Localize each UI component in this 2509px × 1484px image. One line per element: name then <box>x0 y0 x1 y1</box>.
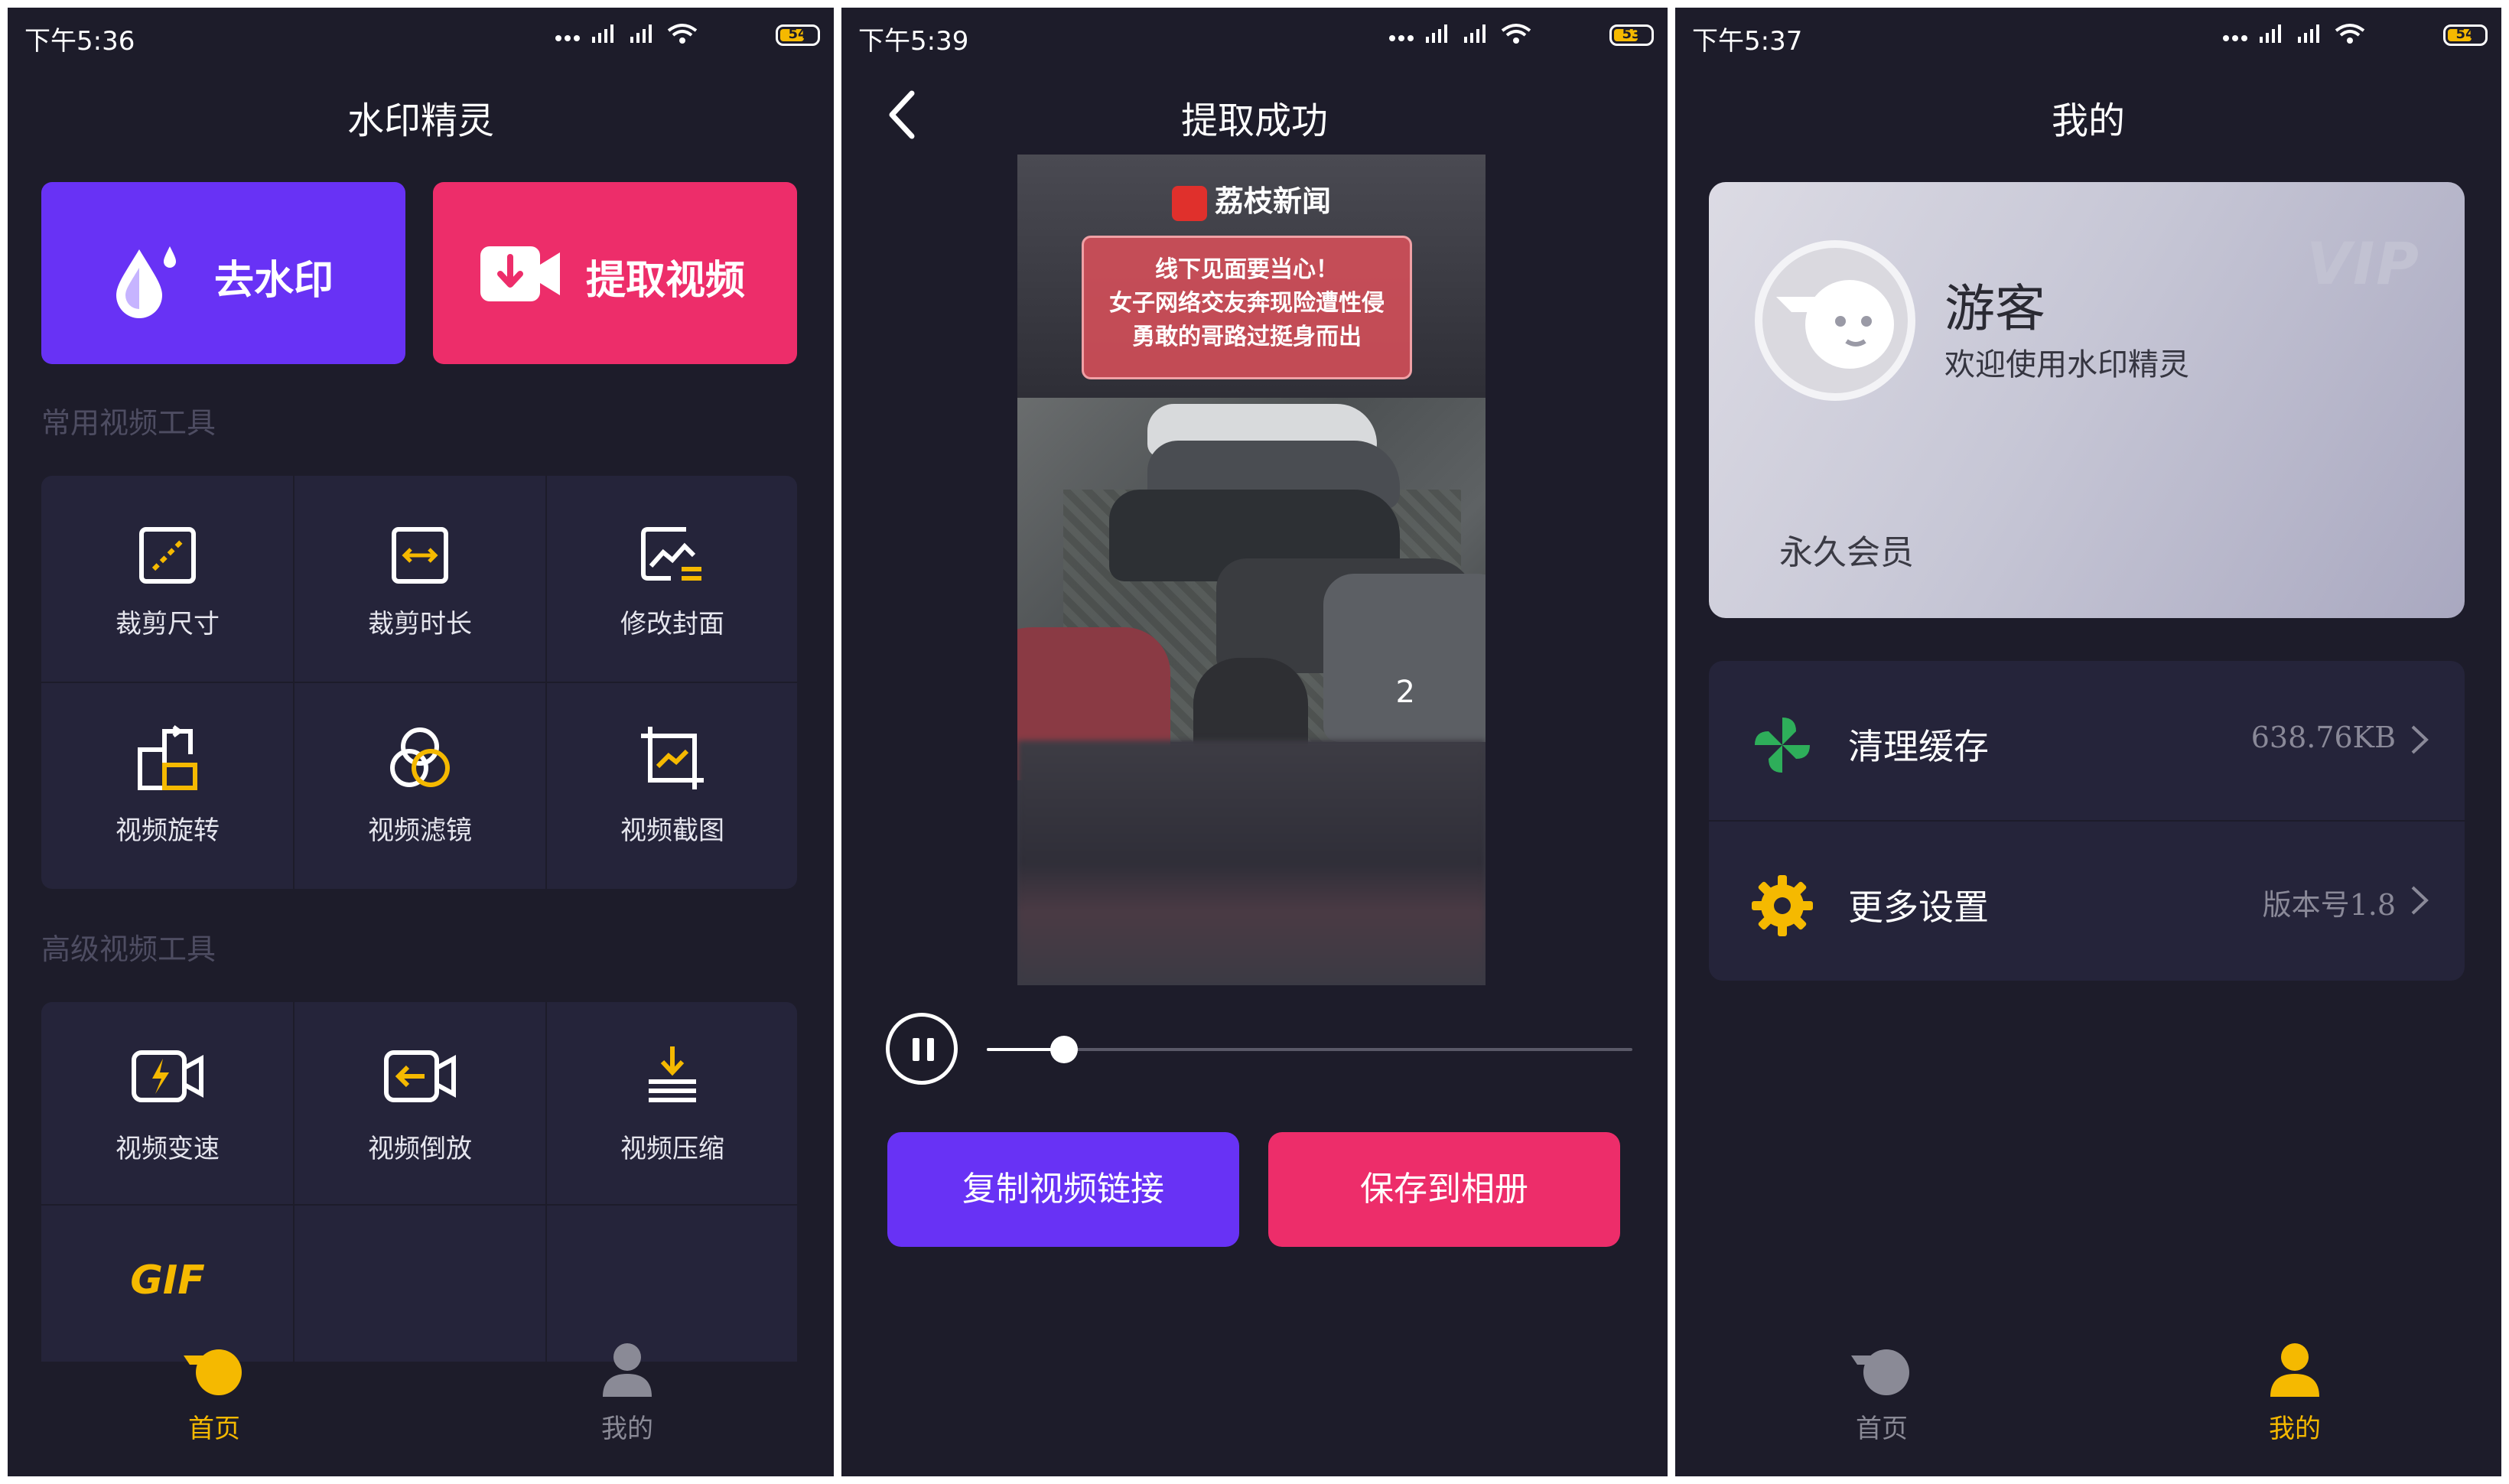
water-drop-icon <box>116 246 176 318</box>
rotate-icon <box>138 725 197 790</box>
page-title: 水印精灵 <box>347 99 494 142</box>
battery-icon: 53 <box>1609 24 1654 46</box>
news-brand: 荔枝新闻 <box>1017 177 1486 221</box>
tab-mine[interactable]: 我的 <box>421 1343 834 1476</box>
status-time: 下午5:37 <box>1692 26 1803 57</box>
mascot-icon <box>1776 280 1894 369</box>
chevron-right-icon <box>2411 725 2429 754</box>
crop-size-icon <box>139 527 196 584</box>
cache-size: 638.76KB <box>2250 721 2396 754</box>
speed-icon <box>132 1050 203 1102</box>
remove-watermark-label: 去水印 <box>214 258 334 304</box>
filter-icon <box>390 727 450 787</box>
tool-filter[interactable]: 视频滤镜 <box>294 682 546 889</box>
screenshot-icon <box>641 727 704 789</box>
chevron-right-icon <box>2411 886 2429 915</box>
status-bar: 下午5:39 53 <box>841 8 1668 69</box>
reverse-icon <box>384 1050 456 1102</box>
video-scene <box>1017 398 1486 780</box>
mine-screen: 下午5:37 54 我的 游客 欢迎使用水印精灵 VIP 永久会员 清理缓存 6… <box>1675 8 2501 1476</box>
trim-duration-icon <box>392 527 448 584</box>
user-icon <box>603 1343 652 1397</box>
video-blurred-area <box>1017 740 1486 985</box>
status-bar: 下午5:37 54 <box>1675 8 2501 69</box>
signal-wifi-icons <box>2223 24 2365 44</box>
pinwheel-icon <box>1755 718 1810 773</box>
more-settings-row[interactable]: 更多设置 版本号1.8 <box>1709 822 2465 981</box>
save-album-button[interactable]: 保存到相册 <box>1268 1132 1620 1247</box>
advanced-tools-grid: 视频变速 视频倒放 视频压缩 GIF <box>41 1002 797 1362</box>
tool-edit-cover[interactable]: 修改封面 <box>546 476 797 682</box>
user-name: 游客 <box>1944 279 2045 338</box>
signal-wifi-icons <box>1389 24 1531 44</box>
home-tab-icon <box>184 1349 242 1395</box>
signal-wifi-icons <box>555 24 698 44</box>
settings-list: 清理缓存 638.76KB 更多设置 版本号1.8 <box>1709 661 2465 981</box>
section-advanced-tools: 高级视频工具 <box>41 932 216 966</box>
battery-icon: 54 <box>2443 24 2488 46</box>
extract-video-button[interactable]: 提取视频 <box>433 182 797 364</box>
status-bar: 下午5:36 54 <box>8 8 834 69</box>
tab-home[interactable]: 首页 <box>8 1349 421 1476</box>
news-logo-icon <box>1171 185 1207 221</box>
section-common-tools: 常用视频工具 <box>41 406 216 440</box>
copy-link-button[interactable]: 复制视频链接 <box>887 1132 1239 1247</box>
video-header-frame: 荔枝新闻 线下见面要当心！ 女子网络交友奔现险遭性侵 勇敢的哥路过挺身而出 <box>1017 155 1486 398</box>
extract-video-label: 提取视频 <box>586 258 746 304</box>
tool-compress[interactable]: 视频压缩 <box>546 1002 797 1204</box>
extract-success-screen: 下午5:39 53 提取成功 荔枝新闻 线下见面要当心！ 女子网络交友奔现险遭性… <box>841 8 1668 1476</box>
clear-cache-label: 清理缓存 <box>1848 726 1989 767</box>
tool-rotate[interactable]: 视频旋转 <box>41 682 294 889</box>
membership-status: 永久会员 <box>1779 533 1914 572</box>
tab-home[interactable]: 首页 <box>1675 1349 2088 1476</box>
video-download-icon <box>480 246 560 301</box>
tab-mine[interactable]: 我的 <box>2088 1343 2501 1476</box>
tool-gif[interactable]: GIF <box>41 1258 294 1303</box>
common-tools-grid: 裁剪尺寸 裁剪时长 修改封面 视频旋转 视频滤镜 视频截图 <box>41 476 797 889</box>
video-player[interactable]: 荔枝新闻 线下见面要当心！ 女子网络交友奔现险遭性侵 勇敢的哥路过挺身而出 2 <box>1017 155 1486 985</box>
status-time: 下午5:36 <box>24 26 135 57</box>
progress-knob[interactable] <box>1050 1036 1079 1063</box>
more-settings-label: 更多设置 <box>1848 887 1989 928</box>
video-counter: 2 <box>1395 675 1415 710</box>
avatar[interactable] <box>1755 240 1915 401</box>
page-title: 提取成功 <box>1180 99 1328 142</box>
tool-reverse[interactable]: 视频倒放 <box>294 1002 546 1204</box>
tool-speed[interactable]: 视频变速 <box>41 1002 294 1204</box>
pause-button[interactable] <box>886 1013 958 1085</box>
tool-screenshot[interactable]: 视频截图 <box>546 682 797 889</box>
clear-cache-row[interactable]: 清理缓存 638.76KB <box>1709 661 2465 820</box>
remove-watermark-button[interactable]: 去水印 <box>41 182 405 364</box>
tool-trim-duration[interactable]: 裁剪时长 <box>294 476 546 682</box>
page-title: 我的 <box>2051 99 2125 142</box>
gear-icon <box>1752 875 1813 936</box>
battery-icon: 54 <box>776 24 820 46</box>
home-screen: 下午5:36 54 水印精灵 去水印 提取视频 常用视频工具 裁剪尺寸 裁剪时长… <box>8 8 834 1476</box>
version-number: 版本号1.8 <box>2262 888 2396 922</box>
progress-slider[interactable] <box>987 1036 1632 1063</box>
tool-crop-size[interactable]: 裁剪尺寸 <box>41 476 294 682</box>
vip-badge: VIP <box>2306 229 2420 298</box>
welcome-text: 欢迎使用水印精灵 <box>1944 347 2189 382</box>
vip-profile-card[interactable]: 游客 欢迎使用水印精灵 VIP 永久会员 <box>1709 182 2465 618</box>
home-tab-icon <box>1851 1349 1909 1395</box>
edit-cover-icon <box>641 527 701 581</box>
compress-icon <box>649 1046 696 1102</box>
user-icon <box>2270 1343 2319 1397</box>
video-headline: 线下见面要当心！ 女子网络交友奔现险遭性侵 勇敢的哥路过挺身而出 <box>1082 236 1412 379</box>
status-time: 下午5:39 <box>858 26 969 57</box>
